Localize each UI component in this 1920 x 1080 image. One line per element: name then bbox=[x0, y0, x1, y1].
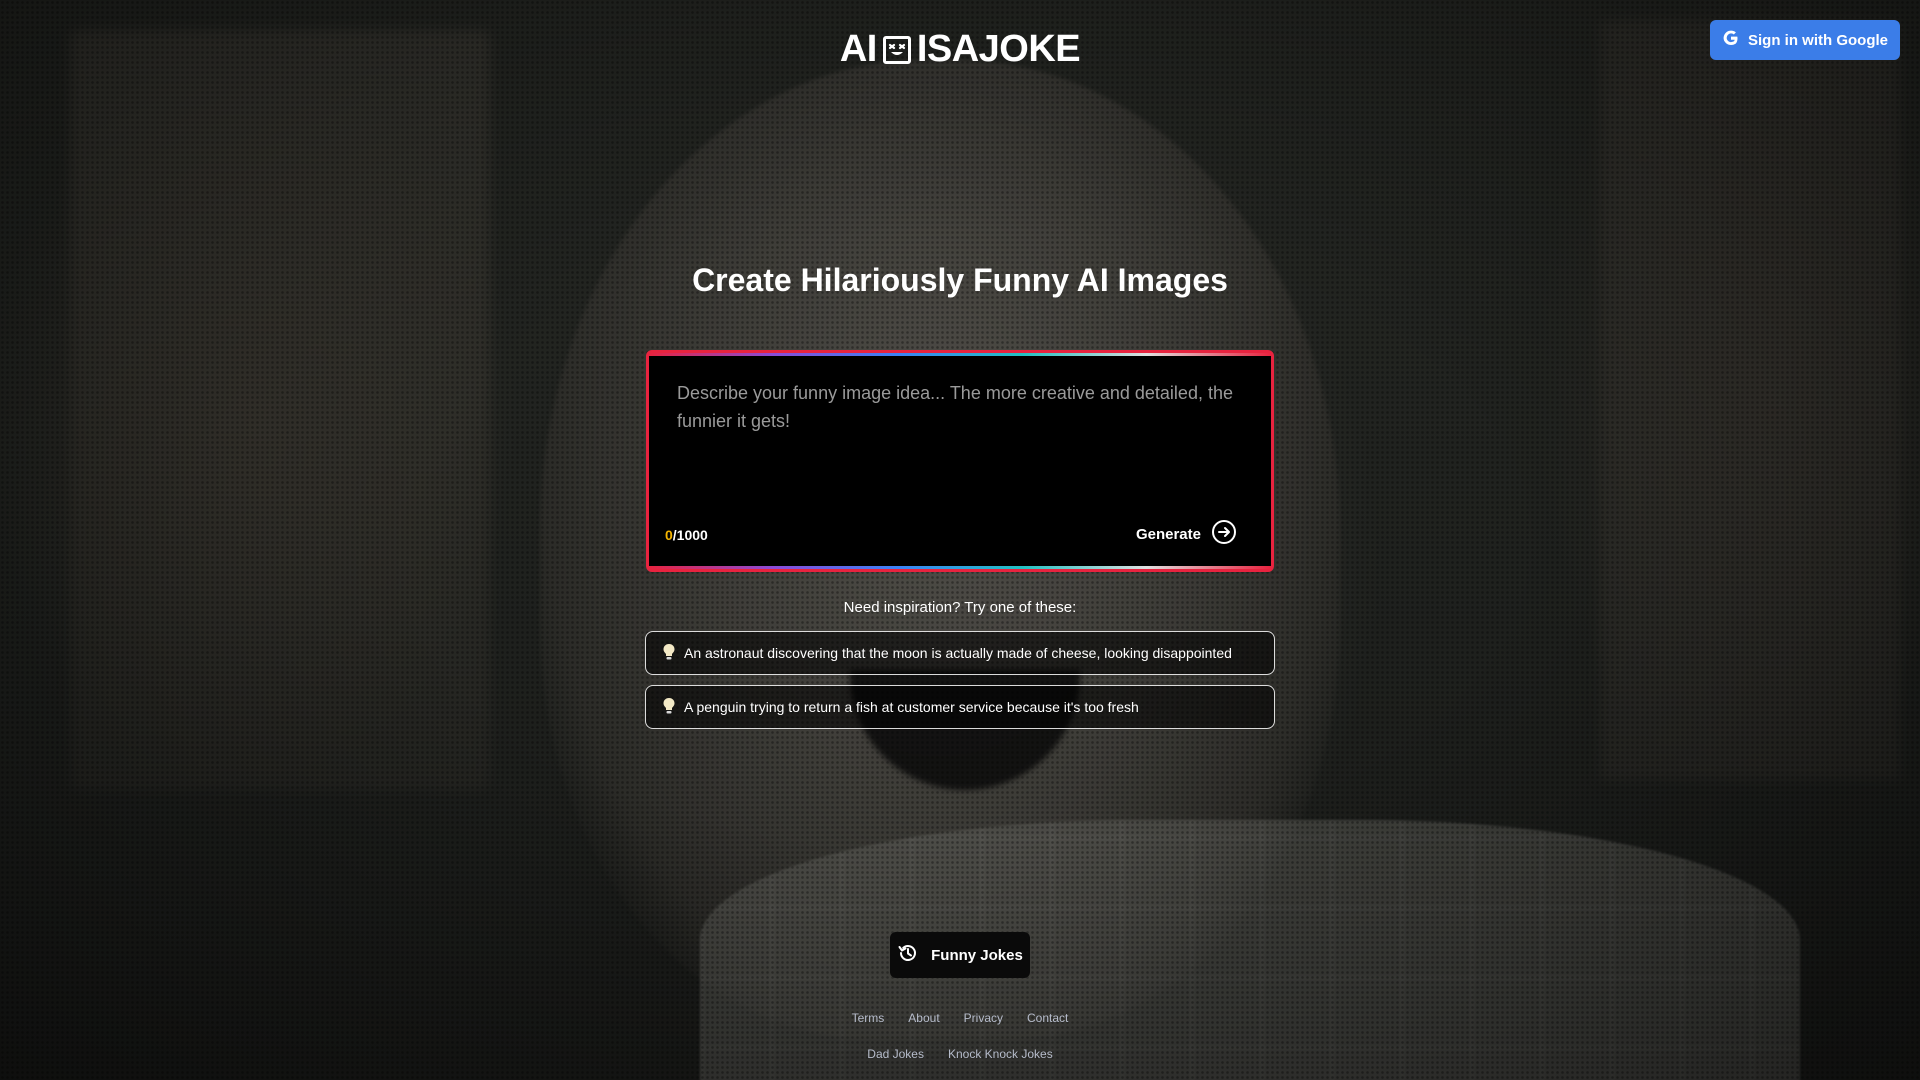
footer-link-knock-knock-jokes[interactable]: Knock Knock Jokes bbox=[948, 1047, 1053, 1061]
footer-link-privacy[interactable]: Privacy bbox=[964, 1011, 1003, 1025]
suggestion-item[interactable]: An astronaut discovering that the moon i… bbox=[645, 631, 1275, 675]
logo-text-right: ISAJOKE bbox=[916, 28, 1081, 70]
footer-link-terms[interactable]: Terms bbox=[852, 1011, 885, 1025]
funny-jokes-label: Funny Jokes bbox=[931, 946, 1023, 964]
lightbulb-icon bbox=[662, 697, 676, 718]
smiley-face-icon bbox=[882, 35, 911, 64]
footer-link-contact[interactable]: Contact bbox=[1027, 1011, 1068, 1025]
generate-label: Generate bbox=[1135, 525, 1201, 543]
character-count-current: 0 bbox=[665, 527, 673, 543]
arrow-circle-right-icon bbox=[1211, 519, 1237, 549]
footer-link-dad-jokes[interactable]: Dad Jokes bbox=[867, 1047, 924, 1061]
prompt-box: Describe your funny image idea... The mo… bbox=[646, 350, 1274, 572]
site-logo[interactable]: AI ISAJOKE bbox=[0, 28, 1920, 71]
footer-link-about[interactable]: About bbox=[908, 1011, 939, 1025]
page-title: Create Hilariously Funny AI Images bbox=[692, 262, 1228, 298]
lightbulb-icon bbox=[662, 643, 676, 664]
character-counter: 0/1000 bbox=[665, 527, 708, 543]
suggestion-item[interactable]: A penguin trying to return a fish at cus… bbox=[645, 685, 1275, 729]
prompt-textarea[interactable]: Describe your funny image idea... The mo… bbox=[677, 379, 1237, 489]
google-icon bbox=[1722, 29, 1740, 51]
footer-links: Terms About Privacy Contact bbox=[0, 1011, 1920, 1025]
character-count-max: /1000 bbox=[672, 527, 708, 543]
footer-links-secondary: Dad Jokes Knock Knock Jokes bbox=[0, 1047, 1920, 1061]
history-icon bbox=[897, 942, 919, 968]
generate-button[interactable]: Generate bbox=[1136, 519, 1237, 549]
sign-in-with-google-button[interactable]: Sign in with Google bbox=[1710, 20, 1900, 60]
inspiration-heading: Need inspiration? Try one of these: bbox=[843, 599, 1077, 616]
suggestion-text: An astronaut discovering that the moon i… bbox=[684, 645, 1232, 661]
suggestion-text: A penguin trying to return a fish at cus… bbox=[684, 699, 1139, 715]
logo-text-left: AI bbox=[839, 28, 878, 70]
funny-jokes-button[interactable]: Funny Jokes bbox=[890, 932, 1030, 978]
sign-in-label: Sign in with Google bbox=[1748, 31, 1888, 49]
